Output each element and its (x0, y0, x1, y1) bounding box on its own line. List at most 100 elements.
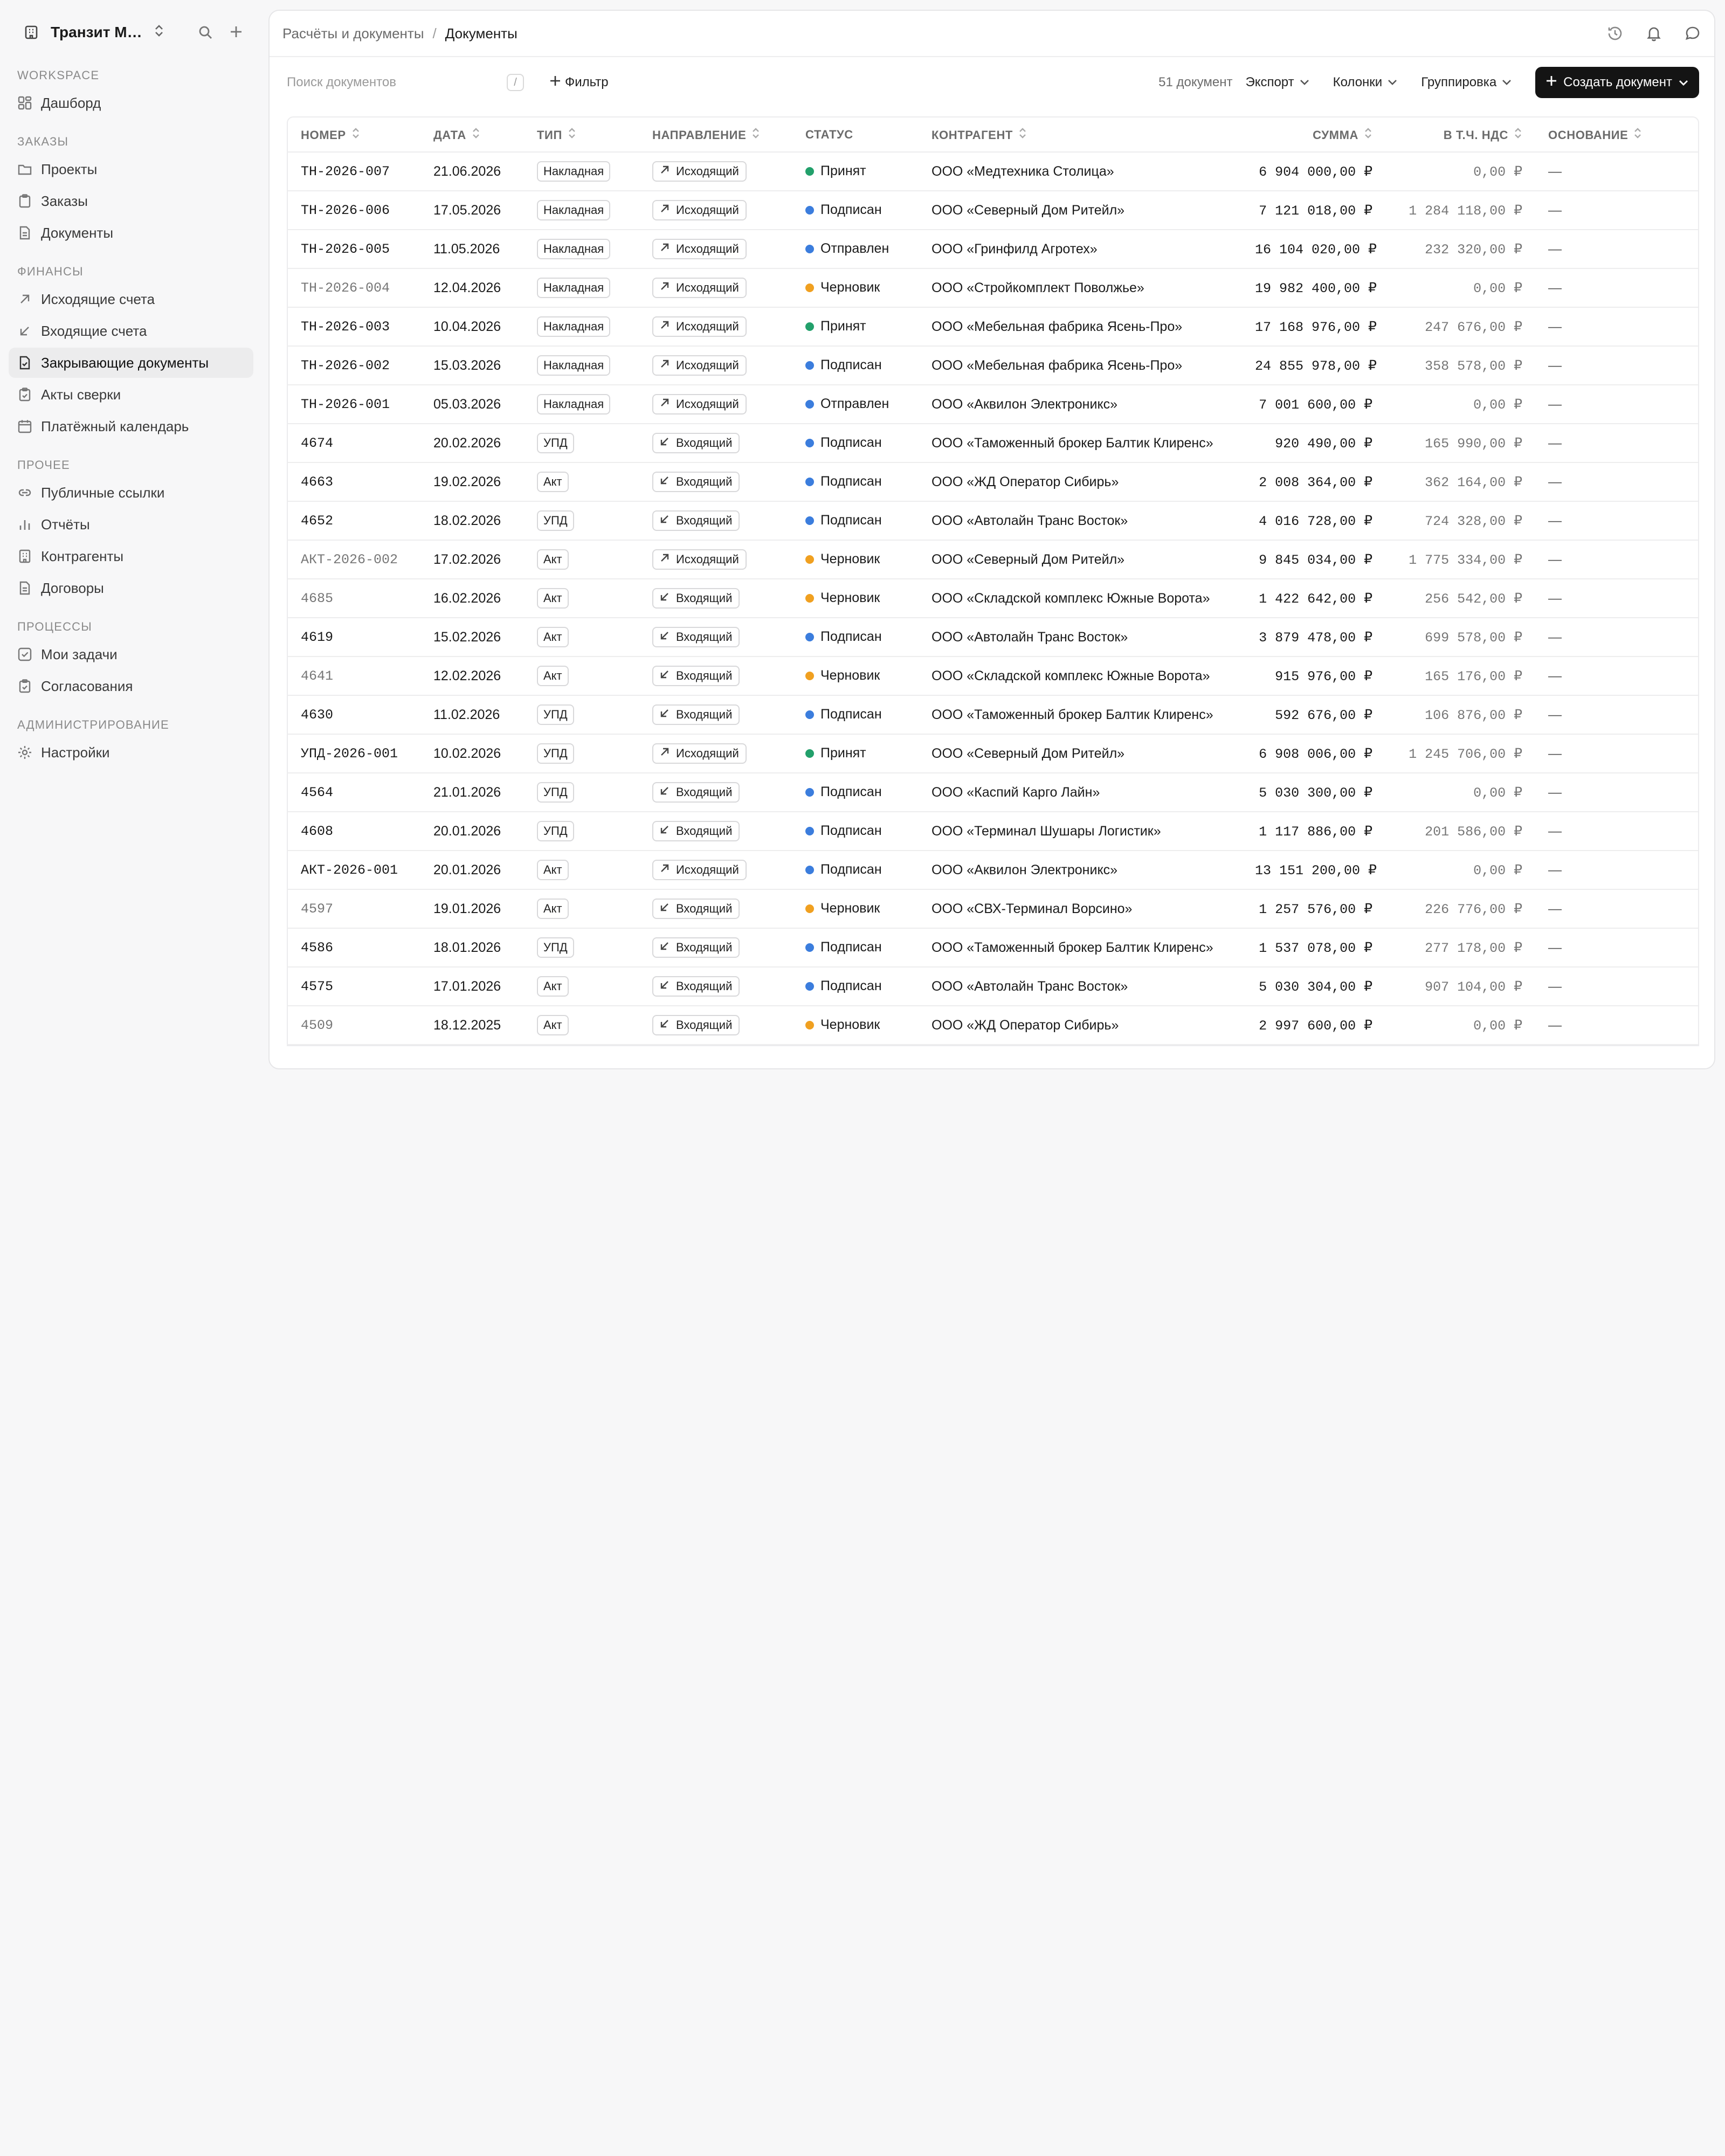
counterparty[interactable]: ООО «Мебельная фабрика Ясень-Про» (919, 307, 1242, 347)
counterparty[interactable]: ООО «Автолайн Транс Восток» (919, 618, 1242, 657)
counterparty[interactable]: ООО «Северный Дом Ритейл» (919, 540, 1242, 579)
table-row[interactable]: 4586 18.01.2026 УПД Входящий Подписан ООО «Та… (288, 928, 1698, 968)
table-row[interactable]: ТН-2026-006 17.05.2026 Накладная Исходящий П… (288, 191, 1698, 230)
column-header[interactable]: НОМЕР (288, 118, 420, 153)
sidebar-item[interactable]: Заказы (9, 186, 253, 216)
counterparty[interactable]: ООО «Таможенный брокер Балтик Клиренс» (919, 928, 1242, 968)
table-row[interactable]: 4509 18.12.2025 Акт Входящий Черновик ООО «ЖД… (288, 1006, 1698, 1045)
document-number[interactable]: 4564 (288, 773, 420, 812)
sidebar-item[interactable]: Платёжный календарь (9, 411, 253, 441)
table-row[interactable]: УПД-2026-001 10.02.2026 УПД Исходящий Принят… (288, 734, 1698, 773)
document-number[interactable]: ТН-2026-007 (288, 152, 420, 191)
counterparty[interactable]: ООО «Автолайн Транс Восток» (919, 501, 1242, 541)
breadcrumb-parent[interactable]: Расчёты и документы (282, 25, 424, 42)
column-header[interactable]: СТАТУС (792, 118, 919, 153)
table-row[interactable]: АКТ-2026-002 17.02.2026 Акт Исходящий Чернов… (288, 540, 1698, 579)
search-icon[interactable] (198, 25, 212, 39)
table-row[interactable]: ТН-2026-001 05.03.2026 Накладная Исходящий О… (288, 385, 1698, 424)
table-row[interactable]: 4641 12.02.2026 Акт Входящий Черновик ООО «Ск… (288, 657, 1698, 696)
search-input[interactable]: Поиск документов / (287, 67, 524, 98)
column-header[interactable]: ОСНОВАНИЕ (1535, 118, 1698, 153)
counterparty[interactable]: ООО «Каспий Карго Лайн» (919, 773, 1242, 812)
table-row[interactable]: 4685 16.02.2026 Акт Входящий Черновик ООО «Ск… (288, 579, 1698, 618)
counterparty[interactable]: ООО «Терминал Шушары Логистик» (919, 812, 1242, 851)
document-number[interactable]: 4630 (288, 695, 420, 735)
counterparty[interactable]: ООО «Медтехника Столица» (919, 152, 1242, 191)
column-header[interactable]: В Т.Ч. НДС (1385, 118, 1535, 153)
document-number[interactable]: 4663 (288, 462, 420, 502)
create-document-button[interactable]: Создать документ (1535, 67, 1699, 98)
sidebar-item[interactable]: Мои задачи (9, 639, 253, 669)
filter-button[interactable]: Фильтр (550, 75, 609, 90)
document-number[interactable]: ТН-2026-005 (288, 230, 420, 269)
table-row[interactable]: ТН-2026-003 10.04.2026 Накладная Исходящий П… (288, 307, 1698, 347)
sidebar-item[interactable]: Исходящие счета (9, 284, 253, 314)
sort-icon[interactable] (1514, 127, 1522, 141)
sort-icon[interactable] (1364, 127, 1372, 141)
grouping-dropdown[interactable]: Группировка (1421, 75, 1512, 90)
counterparty[interactable]: ООО «СВХ-Терминал Ворсино» (919, 889, 1242, 929)
plus-icon[interactable] (230, 25, 243, 39)
document-number[interactable]: 4641 (288, 657, 420, 696)
sidebar-item[interactable]: Согласования (9, 671, 253, 701)
counterparty[interactable]: ООО «Гринфилд Агротех» (919, 230, 1242, 269)
counterparty[interactable]: ООО «Стройкомплект Поволжье» (919, 268, 1242, 308)
document-number[interactable]: ТН-2026-004 (288, 268, 420, 308)
document-number[interactable]: ТН-2026-003 (288, 307, 420, 347)
sidebar-item[interactable]: Закрывающие документы (9, 348, 253, 378)
workspace-name[interactable]: Транзит Мер... (51, 24, 146, 41)
sidebar-item[interactable]: Входящие счета (9, 316, 253, 346)
table-row[interactable]: 4663 19.02.2026 Акт Входящий Подписан ООО «ЖД… (288, 462, 1698, 502)
sort-icon[interactable] (1018, 127, 1027, 141)
column-header[interactable]: СУММА (1242, 118, 1385, 153)
sort-icon[interactable] (568, 127, 576, 141)
counterparty[interactable]: ООО «Мебельная фабрика Ясень-Про» (919, 346, 1242, 385)
sidebar-item[interactable]: Отчёты (9, 509, 253, 540)
counterparty[interactable]: ООО «Таможенный брокер Балтик Клиренс» (919, 695, 1242, 735)
sidebar-item[interactable]: Договоры (9, 573, 253, 603)
sort-icon[interactable] (472, 127, 480, 141)
sort-icon[interactable] (1633, 127, 1642, 141)
chevron-up-down-icon[interactable] (154, 24, 164, 40)
counterparty[interactable]: ООО «Северный Дом Ритейл» (919, 734, 1242, 773)
document-number[interactable]: ТН-2026-006 (288, 191, 420, 230)
counterparty[interactable]: ООО «Аквилон Электроникс» (919, 385, 1242, 424)
column-header[interactable]: ДАТА (420, 118, 524, 153)
document-number[interactable]: 4586 (288, 928, 420, 968)
table-row[interactable]: 4575 17.01.2026 Акт Входящий Подписан ООО «Ав… (288, 967, 1698, 1006)
counterparty[interactable]: ООО «Складской комплекс Южные Ворота» (919, 657, 1242, 696)
table-row[interactable]: 4597 19.01.2026 Акт Входящий Черновик ООО «СВ… (288, 889, 1698, 929)
document-number[interactable]: 4597 (288, 889, 420, 929)
counterparty[interactable]: ООО «Таможенный брокер Балтик Клиренс» (919, 424, 1242, 463)
document-number[interactable]: 4674 (288, 424, 420, 463)
document-number[interactable]: УПД-2026-001 (288, 734, 420, 773)
table-row[interactable]: ТН-2026-005 11.05.2026 Накладная Исходящий О… (288, 230, 1698, 269)
sidebar-item[interactable]: Дашборд (9, 88, 253, 118)
counterparty[interactable]: ООО «ЖД Оператор Сибирь» (919, 1006, 1242, 1045)
table-row[interactable]: 4619 15.02.2026 Акт Входящий Подписан ООО «Ав… (288, 618, 1698, 657)
document-number[interactable]: ТН-2026-002 (288, 346, 420, 385)
sort-icon[interactable] (751, 127, 760, 141)
document-number[interactable]: 4575 (288, 967, 420, 1006)
counterparty[interactable]: ООО «ЖД Оператор Сибирь» (919, 462, 1242, 502)
table-row[interactable]: 4564 21.01.2026 УПД Входящий Подписан ООО «Ка… (288, 773, 1698, 812)
sidebar-item[interactable]: Проекты (9, 154, 253, 184)
sort-icon[interactable] (351, 127, 360, 141)
document-number[interactable]: 4608 (288, 812, 420, 851)
columns-dropdown[interactable]: Колонки (1333, 75, 1398, 90)
table-row[interactable]: АКТ-2026-001 20.01.2026 Акт Исходящий Подпис… (288, 851, 1698, 890)
document-number[interactable]: АКТ-2026-002 (288, 540, 420, 579)
table-row[interactable]: 4674 20.02.2026 УПД Входящий Подписан ООО «Та… (288, 424, 1698, 463)
bell-icon[interactable] (1645, 25, 1662, 42)
document-number[interactable]: 4652 (288, 501, 420, 541)
column-header[interactable]: КОНТРАГЕНТ (919, 118, 1242, 153)
counterparty[interactable]: ООО «Северный Дом Ритейл» (919, 191, 1242, 230)
sidebar-item[interactable]: Настройки (9, 737, 253, 768)
document-number[interactable]: 4509 (288, 1006, 420, 1045)
column-header[interactable]: НАПРАВЛЕНИЕ (639, 118, 792, 153)
column-header[interactable]: ТИП (524, 118, 639, 153)
counterparty[interactable]: ООО «Складской комплекс Южные Ворота» (919, 579, 1242, 618)
sidebar-item[interactable]: Акты сверки (9, 379, 253, 410)
history-icon[interactable] (1606, 25, 1624, 42)
table-row[interactable]: ТН-2026-002 15.03.2026 Накладная Исходящий П… (288, 346, 1698, 385)
